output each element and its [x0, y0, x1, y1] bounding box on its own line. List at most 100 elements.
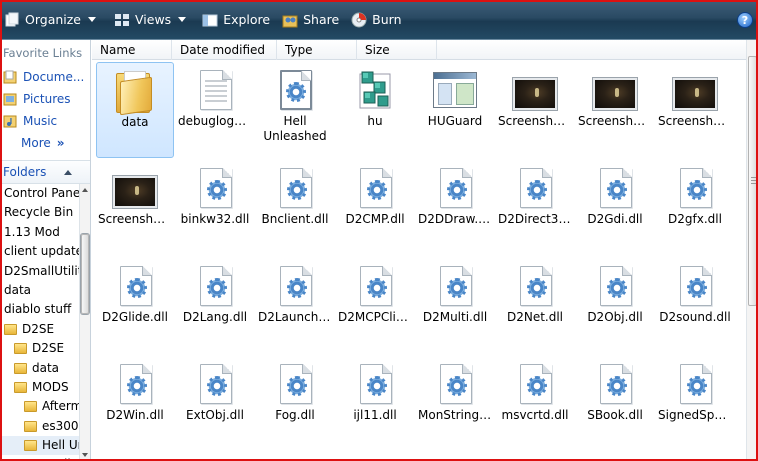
file-icon: [190, 362, 240, 406]
tree-item[interactable]: Control Pane: [2, 184, 80, 203]
organize-button[interactable]: Organize: [2, 7, 104, 33]
tree-item[interactable]: 1.13 Mod: [2, 223, 80, 242]
file-name: D2Lang.dll: [182, 310, 248, 324]
favorite-link-documents[interactable]: Docume...: [2, 66, 90, 88]
file-item[interactable]: ijl11.dll: [336, 356, 414, 452]
file-item[interactable]: D2Obj.dll: [576, 258, 654, 354]
file-item[interactable]: Screenshot...: [496, 62, 574, 158]
file-item[interactable]: D2Win.dll: [96, 356, 174, 452]
scroll-up-icon[interactable]: [82, 188, 88, 192]
file-item[interactable]: D2Gdi.dll: [576, 160, 654, 256]
tree-item[interactable]: data: [2, 359, 80, 378]
column-date-modified[interactable]: Date modified: [172, 40, 277, 60]
tree-item-label: D2SE: [32, 341, 65, 356]
folder-icon: [24, 440, 37, 452]
file-list-pane: Name Date modified Type Size data debuglo…: [92, 40, 746, 461]
file-name: SBook.dll: [587, 408, 643, 422]
tree-item[interactable]: Hell Un: [2, 436, 80, 456]
column-size[interactable]: Size: [357, 40, 437, 60]
tree-item-label: MODS: [32, 379, 69, 394]
file-item[interactable]: D2gfx.dll: [656, 160, 734, 256]
explore-label: Explore: [223, 12, 271, 27]
tree-item-label: data: [32, 360, 60, 375]
file-name: binkw32.dll: [180, 212, 250, 226]
favorite-link-music[interactable]: Music: [2, 110, 90, 132]
file-item[interactable]: D2sound.dll: [656, 258, 734, 354]
file-item[interactable]: Fog.dll: [256, 356, 334, 452]
tree-item[interactable]: data: [2, 281, 80, 300]
file-icon: [670, 264, 720, 308]
views-button[interactable]: Views: [112, 7, 194, 33]
tree-item-label: es300r: [42, 418, 80, 433]
file-name: Fog.dll: [275, 408, 315, 422]
pictures-icon: [3, 93, 17, 106]
tree-item[interactable]: D2SE: [2, 320, 80, 339]
file-item[interactable]: hu: [336, 62, 414, 158]
file-item[interactable]: ExtObj.dll: [176, 356, 254, 452]
file-item[interactable]: debuglog1...: [176, 62, 254, 158]
file-item[interactable]: Screenshot...: [576, 62, 654, 158]
file-item[interactable]: Screenshot...: [96, 160, 174, 256]
file-item[interactable]: D2Direct3D...: [496, 160, 574, 256]
file-item[interactable]: D2CMP.dll: [336, 160, 414, 256]
folder-icon: [24, 420, 37, 432]
more-links-button[interactable]: More »: [2, 132, 90, 154]
file-item[interactable]: D2DDraw.dll: [416, 160, 494, 256]
file-item[interactable]: D2Glide.dll: [96, 258, 174, 354]
file-name: D2Win.dll: [106, 408, 164, 422]
file-item[interactable]: D2MCPClie...: [336, 258, 414, 354]
tree-item[interactable]: Median: [2, 455, 80, 461]
file-list-scrollbar[interactable]: [746, 40, 758, 461]
file-item[interactable]: MonString....: [416, 356, 494, 452]
file-icon: [510, 362, 560, 406]
file-item[interactable]: D2Net.dll: [496, 258, 574, 354]
file-item[interactable]: D2Lang.dll: [176, 258, 254, 354]
scroll-thumb[interactable]: [748, 56, 757, 306]
file-icon: [590, 264, 640, 308]
tree-item[interactable]: client update: [2, 242, 80, 261]
file-item[interactable]: Hell Unleashed: [256, 62, 334, 158]
screenshot-thumbnail: [113, 176, 157, 208]
explore-button[interactable]: Explore: [200, 7, 278, 33]
file-item[interactable]: D2Multi.dll: [416, 258, 494, 354]
tree-item[interactable]: D2SmallUtilit: [2, 262, 80, 281]
file-name: Screenshot...: [98, 212, 174, 226]
scroll-thumb[interactable]: [81, 234, 89, 314]
file-item[interactable]: SBook.dll: [576, 356, 654, 452]
file-icon: [430, 264, 480, 308]
tree-item[interactable]: es300r: [2, 417, 80, 436]
burn-button[interactable]: Burn: [349, 7, 409, 33]
file-icon: [510, 68, 560, 112]
share-button[interactable]: Share: [280, 7, 347, 33]
column-headers: Name Date modified Type Size: [92, 40, 746, 60]
file-item[interactable]: HUGuard: [416, 62, 494, 158]
folder-icon: [14, 382, 27, 394]
file-name: D2Obj.dll: [587, 310, 643, 324]
column-type[interactable]: Type: [277, 40, 357, 60]
column-name[interactable]: Name: [92, 40, 172, 60]
views-dropdown-icon: [178, 17, 187, 22]
help-icon[interactable]: ?: [737, 12, 753, 28]
tree-item[interactable]: diablo stuff: [2, 300, 80, 319]
file-item[interactable]: Screenshot...: [656, 62, 734, 158]
file-item[interactable]: msvcrtd.dll: [496, 356, 574, 452]
tree-item[interactable]: Recycle Bin: [2, 203, 80, 222]
file-name: D2DDraw.dll: [418, 212, 493, 226]
tree-item-label: 1.13 Mod: [4, 224, 60, 239]
tree-item[interactable]: Afterma: [2, 397, 80, 416]
chevron-up-icon: [64, 169, 73, 175]
file-item[interactable]: Bnclient.dll: [256, 160, 334, 256]
tree-item[interactable]: D2SE: [2, 339, 80, 358]
file-item[interactable]: binkw32.dll: [176, 160, 254, 256]
file-item[interactable]: D2Launch.dll: [256, 258, 334, 354]
burn-disc-icon: [351, 12, 367, 28]
favorite-link-pictures[interactable]: Pictures: [2, 88, 90, 110]
tree-item-label: D2SmallUtilit: [4, 263, 80, 278]
scroll-down-icon[interactable]: [82, 453, 88, 457]
file-icon: [430, 68, 480, 112]
file-item[interactable]: data: [96, 62, 174, 158]
tree-item[interactable]: MODS: [2, 378, 80, 397]
folder-tree-scrollbar[interactable]: [79, 184, 90, 461]
file-item[interactable]: SignedSpell...: [656, 356, 734, 452]
folders-header[interactable]: Folders: [2, 160, 90, 184]
